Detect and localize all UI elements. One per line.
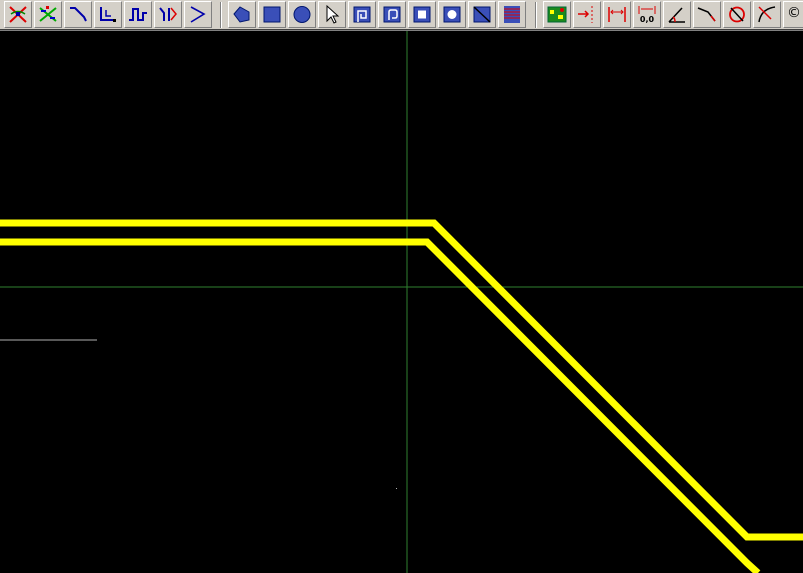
circle-cross-button[interactable] bbox=[723, 1, 751, 28]
pointer-icon bbox=[326, 4, 340, 24]
right-angle-trace-icon bbox=[100, 7, 116, 22]
align-marker-button[interactable] bbox=[573, 1, 601, 28]
chevron-button[interactable] bbox=[184, 1, 212, 28]
right-angle-trace-button[interactable] bbox=[94, 1, 122, 28]
square-pad-button[interactable] bbox=[408, 1, 436, 28]
chevron-icon bbox=[190, 6, 206, 23]
square-pad-icon bbox=[413, 6, 431, 23]
fanout-icon bbox=[159, 7, 177, 21]
drc-board-icon bbox=[547, 6, 567, 23]
fanout-button[interactable] bbox=[154, 1, 182, 28]
svg-text:0,0: 0,0 bbox=[640, 15, 655, 24]
trace-icon bbox=[70, 7, 87, 22]
arc-line-icon bbox=[697, 7, 716, 22]
square-spiral-icon bbox=[353, 6, 371, 23]
trace-button[interactable] bbox=[64, 1, 92, 28]
polygon-button[interactable] bbox=[228, 1, 256, 28]
circle-cross-icon bbox=[729, 6, 745, 23]
toolbar-separator bbox=[535, 2, 537, 28]
dimension-icon bbox=[608, 7, 626, 22]
hatch-icon bbox=[473, 6, 491, 23]
drc-board-button[interactable] bbox=[543, 1, 571, 28]
angle-icon bbox=[668, 7, 685, 23]
toolbar: 0,0 © bbox=[0, 0, 803, 31]
grid-dot bbox=[396, 488, 397, 489]
round-pad-button[interactable] bbox=[438, 1, 466, 28]
arc-button[interactable] bbox=[753, 1, 781, 28]
route-x-icon bbox=[9, 6, 27, 23]
circle-button[interactable] bbox=[288, 1, 316, 28]
angle-button[interactable] bbox=[663, 1, 691, 28]
text-block-icon bbox=[504, 6, 520, 23]
arc-icon bbox=[758, 6, 776, 23]
route-x-button[interactable] bbox=[4, 1, 32, 28]
copyright-icon: © bbox=[787, 5, 801, 21]
coordinate-icon: 0,0 bbox=[638, 6, 656, 24]
dimension-button[interactable] bbox=[603, 1, 631, 28]
round-spiral-button[interactable] bbox=[378, 1, 406, 28]
round-spiral-icon bbox=[383, 6, 401, 23]
round-pad-icon bbox=[443, 6, 461, 23]
copyright-button[interactable]: © bbox=[783, 1, 803, 28]
rectangle-button[interactable] bbox=[258, 1, 286, 28]
canvas-background bbox=[0, 31, 803, 573]
hatch-button[interactable] bbox=[468, 1, 496, 28]
toolbar-separator bbox=[220, 2, 222, 28]
meander-icon bbox=[129, 8, 147, 21]
square-spiral-button[interactable] bbox=[348, 1, 376, 28]
route-multi-icon bbox=[39, 6, 57, 22]
rectangle-icon bbox=[263, 6, 281, 23]
arc-line-button[interactable] bbox=[693, 1, 721, 28]
pcb-canvas[interactable] bbox=[0, 31, 803, 573]
text-block-button[interactable] bbox=[498, 1, 526, 28]
align-marker-icon bbox=[578, 6, 593, 23]
polygon-icon bbox=[233, 6, 250, 23]
meander-button[interactable] bbox=[124, 1, 152, 28]
route-multi-button[interactable] bbox=[34, 1, 62, 28]
circle-icon bbox=[293, 6, 311, 23]
coordinate-button[interactable]: 0,0 bbox=[633, 1, 661, 28]
pointer-button[interactable] bbox=[318, 1, 346, 28]
